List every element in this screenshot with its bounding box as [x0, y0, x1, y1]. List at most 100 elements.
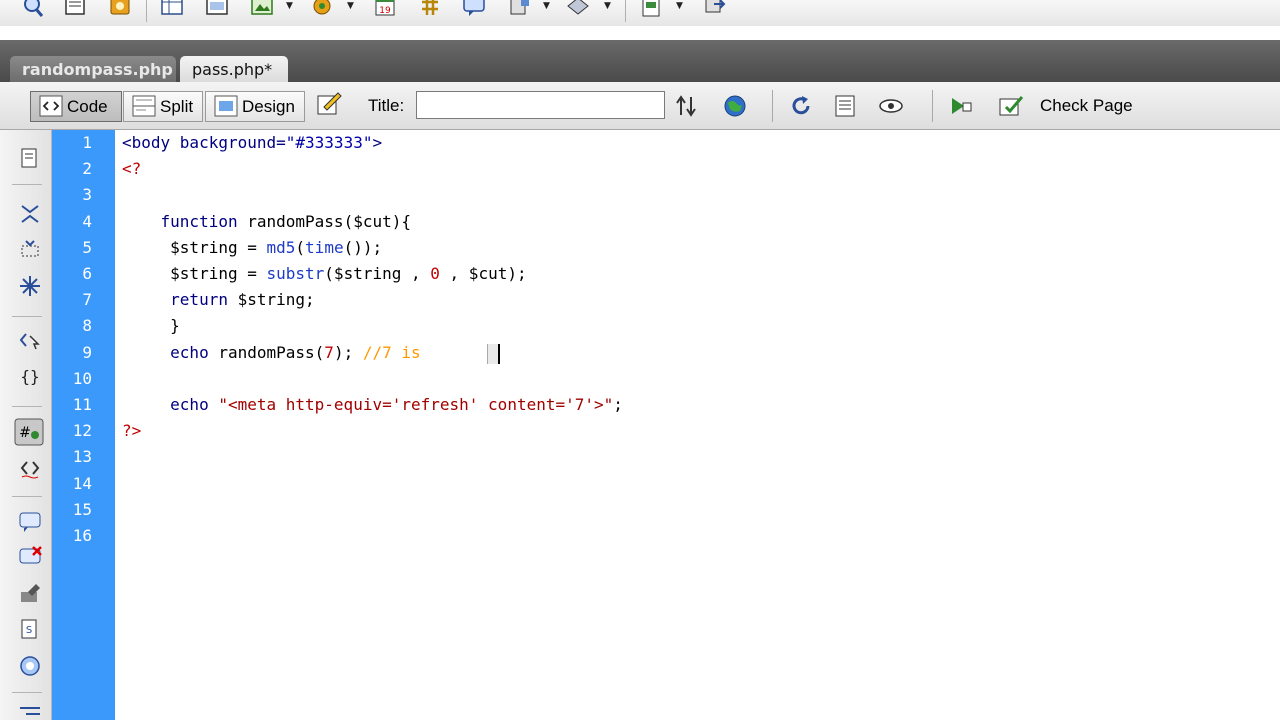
collapse-selection-icon[interactable] — [18, 238, 42, 262]
code-line[interactable]: $string = substr($string , 0 , $cut); — [122, 264, 527, 283]
live-view-edit-icon[interactable] — [316, 91, 342, 117]
code-view-icon — [39, 95, 63, 117]
code-token: return — [122, 290, 238, 310]
split-view-button[interactable]: Split — [123, 91, 203, 122]
code-token: 7 — [324, 342, 334, 362]
highlight-invalid-code-icon[interactable] — [18, 456, 42, 480]
server-icon[interactable] — [507, 0, 531, 18]
remove-comment-icon[interactable] — [18, 546, 42, 570]
insert-image-icon[interactable] — [250, 0, 274, 18]
indent-icon[interactable] — [18, 704, 42, 720]
code-token: ; — [613, 395, 623, 414]
tab-pass-php[interactable]: pass.php* — [180, 56, 288, 82]
code-token: randomPass — [247, 211, 344, 231]
server-dropdown-icon[interactable]: ▼ — [543, 1, 550, 11]
expand-all-icon[interactable] — [18, 274, 42, 298]
refresh-design-view-icon[interactable] — [788, 93, 814, 119]
text-cursor — [498, 344, 500, 364]
coding-toolbar: {} # S — [0, 130, 52, 720]
code-line[interactable]: ?> — [122, 421, 141, 440]
check-page-label[interactable]: Check Page — [1040, 96, 1133, 116]
new-document-icon[interactable] — [63, 0, 87, 18]
design-view-button[interactable]: Design — [205, 91, 305, 122]
media-dropdown-icon[interactable]: ▼ — [347, 1, 354, 11]
code-token: randomPass( — [218, 342, 325, 362]
title-label: Title: — [368, 96, 405, 115]
library-icon[interactable] — [108, 0, 132, 18]
code-token: echo — [122, 395, 219, 414]
table-icon[interactable] — [160, 0, 184, 18]
balance-braces-icon[interactable]: {} — [18, 364, 42, 388]
code-line[interactable]: <body background="#333333"> — [122, 133, 382, 152]
code-token: $string = — [122, 237, 267, 257]
tab-randompass-php[interactable]: randompass.php — [10, 56, 176, 82]
format-source-icon[interactable] — [18, 654, 42, 678]
collapse-full-tag-icon[interactable] — [18, 202, 42, 226]
code-line[interactable]: <? — [122, 159, 141, 178]
code-line[interactable]: return $string; — [122, 290, 315, 309]
toolbar-separator — [625, 0, 626, 22]
comment-icon[interactable] — [462, 0, 486, 18]
design-view-label: Design — [242, 97, 295, 116]
svg-text:#: # — [19, 425, 31, 441]
select-parent-tag-icon[interactable] — [18, 328, 42, 352]
line-number: 10 — [72, 368, 92, 388]
wrap-tag-icon[interactable] — [18, 582, 42, 606]
svg-text:19: 19 — [379, 6, 391, 16]
code-token: ); — [333, 342, 363, 362]
line-numbers-icon[interactable]: # — [14, 418, 44, 446]
code-line[interactable]: function randomPass($cut){ — [122, 212, 411, 231]
date-icon[interactable]: 19 — [373, 0, 397, 18]
visual-aids-icon[interactable] — [878, 93, 904, 119]
line-number: 5 — [82, 237, 92, 257]
line-number: 12 — [72, 421, 92, 441]
check-browser-compatibility-icon[interactable] — [998, 93, 1024, 119]
template-dropdown-icon[interactable]: ▼ — [604, 1, 611, 11]
code-token: function — [122, 211, 248, 231]
toolbar-separator — [12, 184, 42, 185]
layout-icon[interactable] — [205, 0, 229, 18]
code-token: $string; — [237, 290, 315, 310]
line-number: 15 — [72, 499, 92, 519]
code-token: ?> — [122, 421, 142, 441]
line-number: 14 — [72, 473, 92, 493]
recent-snippets-icon[interactable]: S — [18, 618, 42, 642]
media-icon[interactable] — [310, 0, 334, 18]
code-line[interactable]: $string = md5(time()); — [122, 238, 382, 257]
code-line[interactable]: echo "<meta http-equiv='refresh' content… — [122, 395, 623, 414]
snippet-dropdown-icon[interactable]: ▼ — [676, 1, 683, 11]
split-view-label: Split — [160, 97, 194, 116]
code-token: <body background= — [122, 133, 286, 152]
template-icon[interactable] — [566, 0, 590, 18]
line-number: 11 — [72, 395, 92, 414]
open-documents-icon[interactable] — [18, 146, 42, 170]
code-token: > — [372, 133, 383, 152]
zoom-tool-icon[interactable] — [20, 0, 44, 18]
code-token: echo — [122, 342, 219, 362]
transfer-icon[interactable] — [702, 0, 726, 18]
code-token: ($cut){ — [343, 211, 411, 231]
line-number: 16 — [72, 526, 92, 545]
apply-comment-icon[interactable] — [18, 510, 42, 534]
toolbar-separator — [12, 406, 42, 407]
code-line[interactable]: echo randomPass(7); //7 is — [122, 343, 430, 362]
code-line[interactable]: } — [122, 316, 180, 335]
line-number: 2 — [82, 159, 92, 179]
file-management-icon[interactable] — [674, 93, 700, 119]
code-token: ($string , — [324, 264, 431, 283]
code-token: ()); — [343, 237, 383, 257]
preview-in-browser-icon[interactable] — [722, 93, 748, 119]
code-view-label: Code — [67, 97, 108, 116]
code-token: , $cut); — [439, 264, 527, 283]
snippet-icon[interactable] — [640, 0, 664, 18]
insert-image-dropdown-icon[interactable]: ▼ — [286, 1, 293, 11]
page-title-input[interactable] — [416, 91, 665, 119]
code-view-button[interactable]: Code — [30, 91, 122, 122]
toolbar-separator — [12, 316, 42, 317]
view-options-icon[interactable] — [833, 93, 859, 119]
toolbar-separator — [12, 692, 42, 693]
grid-icon[interactable] — [418, 0, 442, 18]
validate-markup-icon[interactable] — [948, 93, 974, 119]
code-token: <? — [122, 159, 142, 179]
code-token: time — [305, 237, 344, 257]
